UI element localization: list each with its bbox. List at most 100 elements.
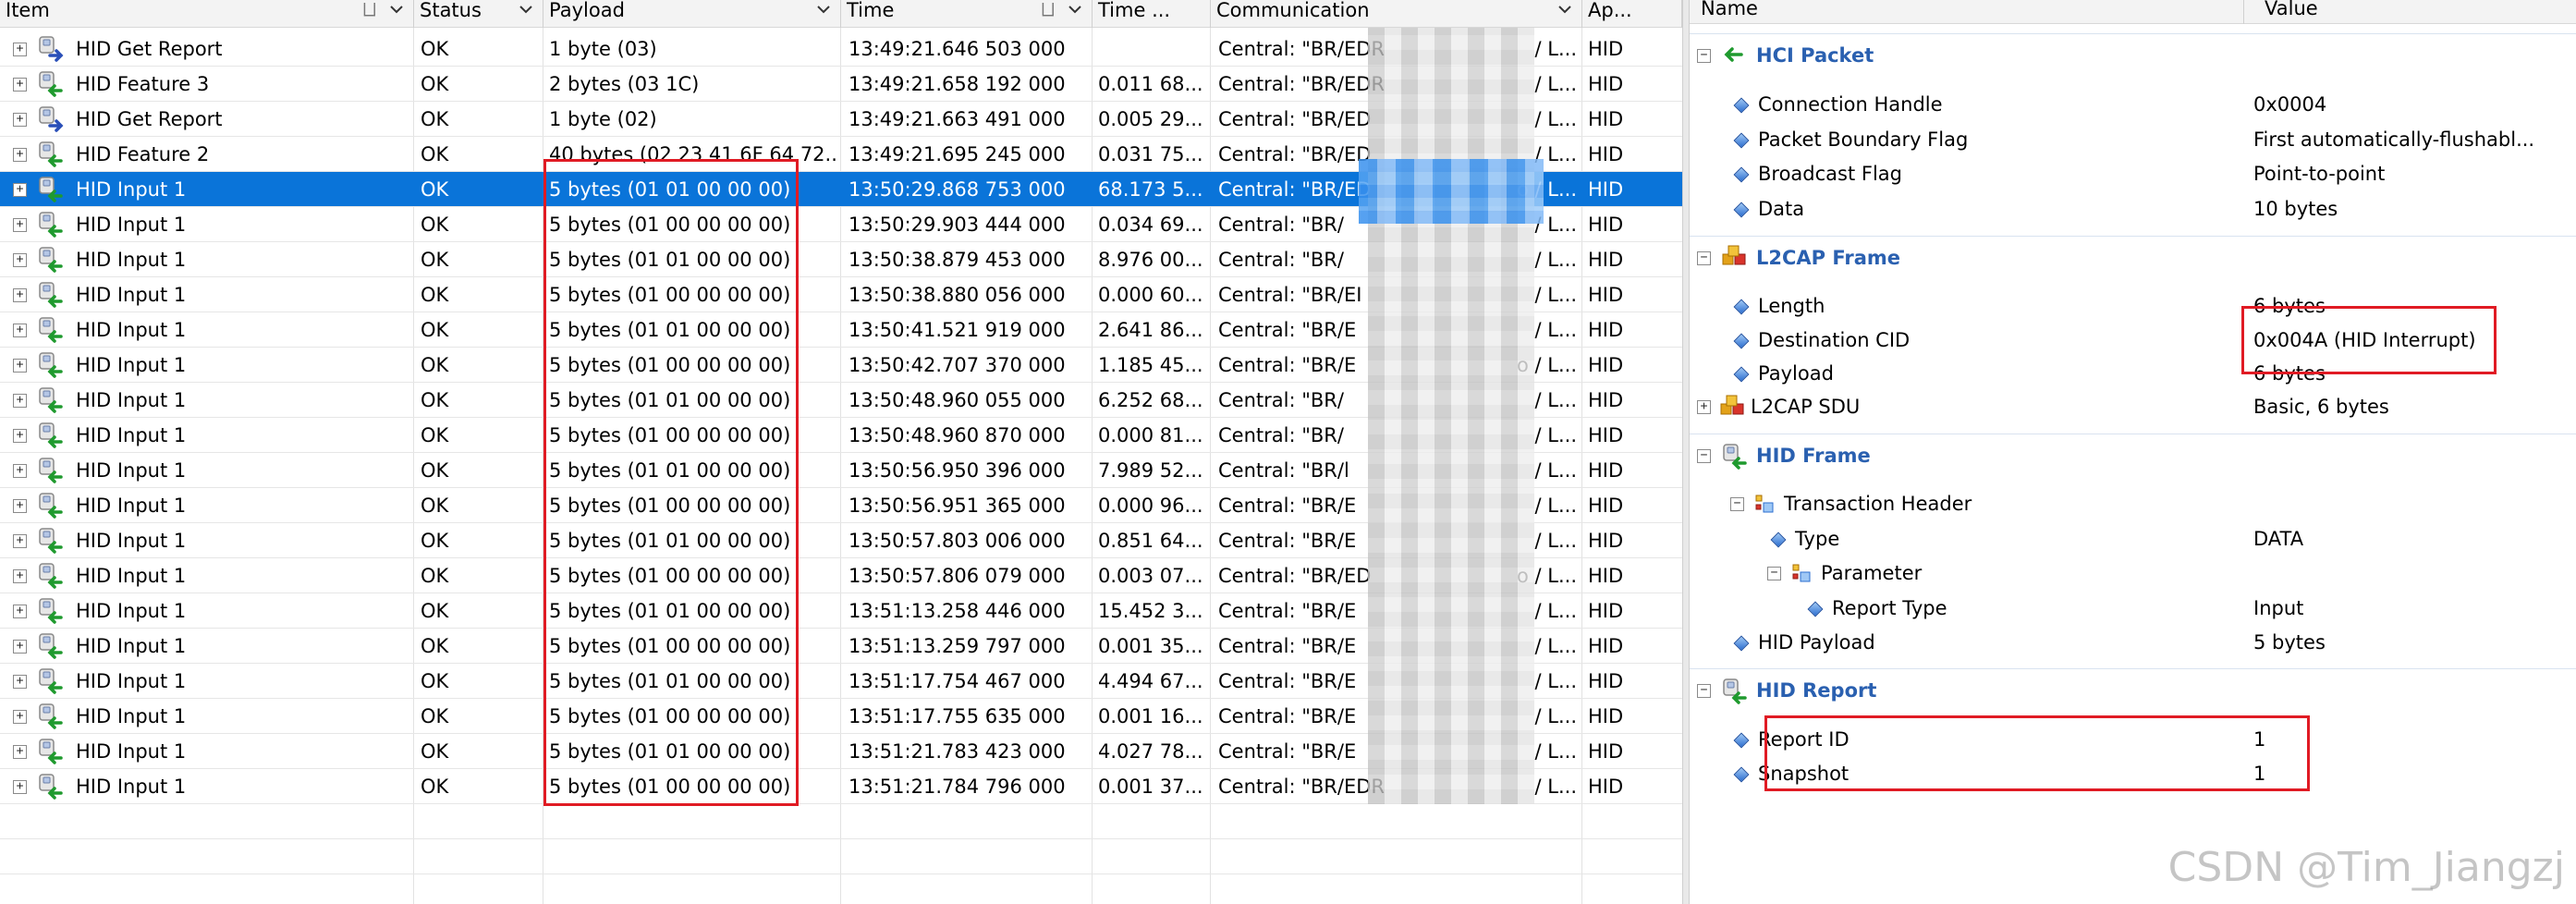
expand-icon[interactable]: + <box>1697 400 1711 414</box>
expand-icon[interactable]: + <box>13 253 27 267</box>
chevron-down-icon[interactable] <box>1068 4 1082 24</box>
table-row[interactable]: + HID Input 1 OK 5 bytes (01 00 00 00 00) 13… <box>0 699 1682 734</box>
pin-icon[interactable]: ⨆ <box>363 0 376 20</box>
cell-payload: 5 bytes (01 00 00 00 00) <box>549 495 791 517</box>
pane-splitter[interactable] <box>1682 0 1690 904</box>
expand-icon[interactable]: + <box>13 745 27 759</box>
details-column-value[interactable]: Value <box>2253 0 2576 24</box>
tree-row[interactable]: Length 6 bytes <box>1690 289 2576 324</box>
table-row[interactable]: + HID Input 1 OK 5 bytes (01 00 00 00 00) 13… <box>0 769 1682 804</box>
expand-icon[interactable]: + <box>13 148 27 162</box>
table-row[interactable]: + HID Input 1 OK 5 bytes (01 00 00 00 00) 13… <box>0 277 1682 312</box>
tree-row[interactable]: Data 10 bytes <box>1690 192 2576 226</box>
collapse-icon[interactable]: − <box>1697 251 1711 265</box>
tree-row[interactable]: Broadcast Flag Point-to-point <box>1690 157 2576 191</box>
table-row[interactable]: + HID Input 1 OK 5 bytes (01 00 00 00 00) 13… <box>0 629 1682 664</box>
expand-icon[interactable]: + <box>13 499 27 513</box>
collapse-icon[interactable]: − <box>1767 567 1781 580</box>
tree-section[interactable]: − HCI Packet <box>1690 33 2576 73</box>
cell-comm: Central: "BR/EI / L... <box>1218 277 1577 312</box>
expand-icon[interactable]: + <box>13 78 27 92</box>
tree-row[interactable]: Destination CID 0x004A (HID Interrupt) <box>1690 324 2576 358</box>
expand-icon[interactable]: + <box>13 710 27 724</box>
table-row[interactable]: + HID Input 1 OK 5 bytes (01 01 00 00 00) 13… <box>0 734 1682 769</box>
tree-row[interactable]: + L2CAP SDU Basic, 6 bytes <box>1690 390 2576 424</box>
tree-row[interactable]: Payload 6 bytes <box>1690 357 2576 391</box>
column-header-comm[interactable]: Communication <box>1211 0 1582 28</box>
column-header-payload[interactable]: Payload <box>543 0 841 28</box>
tree-row[interactable]: − Parameter <box>1690 556 2576 591</box>
chevron-down-icon[interactable] <box>389 4 404 24</box>
tree-row[interactable]: Type DATA <box>1690 522 2576 556</box>
chevron-down-icon[interactable] <box>519 4 533 24</box>
hid-incoming-icon <box>37 632 65 660</box>
expand-icon[interactable]: + <box>13 464 27 478</box>
tree-section[interactable]: − HID Frame <box>1690 434 2576 473</box>
tree-name: Destination CID <box>1758 329 1911 351</box>
expand-icon[interactable]: + <box>13 605 27 618</box>
expand-icon[interactable]: + <box>13 113 27 127</box>
expand-icon[interactable]: + <box>13 429 27 443</box>
details-column-name[interactable]: Name <box>1690 0 2244 24</box>
table-row[interactable]: + HID Input 1 OK 5 bytes (01 01 00 00 00) 13… <box>0 664 1682 699</box>
expand-icon[interactable]: + <box>13 640 27 654</box>
tree-row[interactable]: Report Type Input <box>1690 592 2576 626</box>
expand-icon[interactable]: + <box>13 288 27 302</box>
column-header-time[interactable]: Time ⨆ <box>841 0 1093 28</box>
hid-incoming-icon <box>37 246 65 274</box>
table-row[interactable]: + HID Input 1 OK 5 bytes (01 01 00 00 00) 13… <box>0 383 1682 418</box>
column-header-item[interactable]: Item ⨆ <box>0 0 414 28</box>
table-row[interactable]: + HID Input 1 OK 5 bytes (01 01 00 00 00) 13… <box>0 172 1682 207</box>
cell-app: HID <box>1588 319 1624 341</box>
collapse-icon[interactable]: − <box>1697 684 1711 698</box>
expand-icon[interactable]: + <box>13 569 27 583</box>
table-row[interactable]: + HID Input 1 OK 5 bytes (01 01 00 00 00) 13… <box>0 453 1682 488</box>
cell-app: HID <box>1588 776 1624 798</box>
table-row[interactable]: + HID Get Report OK 1 byte (02) 13:49:21.663… <box>0 102 1682 137</box>
tree-row[interactable]: Report ID 1 <box>1690 723 2576 757</box>
table-row[interactable]: + HID Input 1 OK 5 bytes (01 01 00 00 00) 13… <box>0 523 1682 558</box>
table-row[interactable]: + HID Feature 3 OK 2 bytes (03 1C) 13:49:21.… <box>0 67 1682 102</box>
table-row[interactable]: + HID Input 1 OK 5 bytes (01 01 00 00 00) 13… <box>0 593 1682 629</box>
column-header-status[interactable]: Status <box>414 0 543 28</box>
tree-row[interactable]: HID Payload 5 bytes <box>1690 626 2576 660</box>
collapse-icon[interactable]: − <box>1730 497 1744 511</box>
table-row[interactable]: + HID Input 1 OK 5 bytes (01 00 00 00 00) 13… <box>0 418 1682 453</box>
expand-icon[interactable]: + <box>13 675 27 689</box>
expand-icon[interactable]: + <box>13 183 27 197</box>
expand-icon[interactable]: + <box>13 780 27 794</box>
collapse-icon[interactable]: − <box>1697 49 1711 63</box>
cell-status: OK <box>421 319 449 341</box>
chevron-down-icon[interactable] <box>1557 4 1572 24</box>
cell-payload: 5 bytes (01 00 00 00 00) <box>549 635 791 657</box>
table-row[interactable]: + HID Input 1 OK 5 bytes (01 01 00 00 00) 13… <box>0 312 1682 348</box>
table-row[interactable]: + HID Input 1 OK 5 bytes (01 00 00 00 00) 13… <box>0 558 1682 593</box>
expand-icon[interactable]: + <box>13 43 27 56</box>
expand-icon[interactable]: + <box>13 534 27 548</box>
tree-row[interactable]: Packet Boundary Flag First automatically-… <box>1690 123 2576 157</box>
details-header: Name Value <box>1690 0 2576 24</box>
table-row[interactable]: + HID Input 1 OK 5 bytes (01 00 00 00 00) 13… <box>0 348 1682 383</box>
expand-icon[interactable]: + <box>13 394 27 408</box>
tree-row[interactable]: − Transaction Header <box>1690 487 2576 521</box>
table-row[interactable]: + HID Get Report OK 1 byte (03) 13:49:21.646… <box>0 31 1682 67</box>
tree-row[interactable]: Connection Handle 0x0004 <box>1690 88 2576 122</box>
chevron-down-icon[interactable] <box>816 4 831 24</box>
cell-payload: 5 bytes (01 00 00 00 00) <box>549 354 791 376</box>
column-header-app[interactable]: Ap... <box>1582 0 1682 28</box>
column-header-delta[interactable]: Time ... <box>1093 0 1211 28</box>
table-row[interactable]: + HID Feature 2 OK 40 bytes (02 23 41 6F 64… <box>0 137 1682 172</box>
table-row[interactable]: + HID Input 1 OK 5 bytes (01 01 00 00 00) 13… <box>0 242 1682 277</box>
tree-section[interactable]: − HID Report <box>1690 668 2576 708</box>
pin-icon[interactable]: ⨆ <box>1042 0 1055 20</box>
tree-row[interactable]: Snapshot 1 <box>1690 757 2576 791</box>
expand-icon[interactable]: + <box>13 359 27 373</box>
expand-icon[interactable]: + <box>13 218 27 232</box>
hid-incoming-icon <box>37 176 65 203</box>
table-row[interactable]: + HID Input 1 OK 5 bytes (01 00 00 00 00) 13… <box>0 488 1682 523</box>
cell-status: OK <box>421 776 449 798</box>
collapse-icon[interactable]: − <box>1697 449 1711 463</box>
expand-icon[interactable]: + <box>13 324 27 337</box>
table-row[interactable]: + HID Input 1 OK 5 bytes (01 00 00 00 00) 13… <box>0 207 1682 242</box>
tree-section[interactable]: − L2CAP Frame <box>1690 236 2576 275</box>
